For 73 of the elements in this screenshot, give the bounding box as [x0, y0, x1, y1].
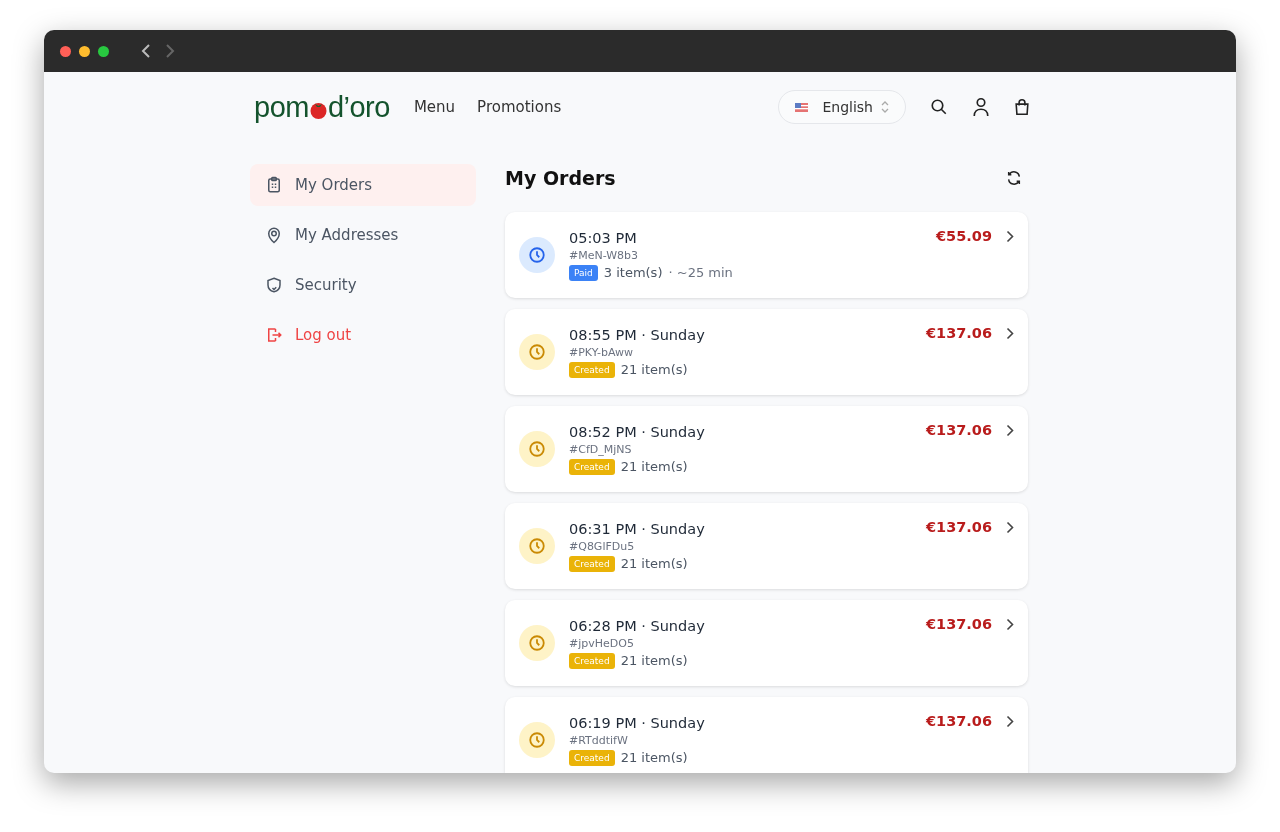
chevron-right-icon	[1006, 229, 1014, 243]
order-id: #MeN-W8b3	[569, 248, 640, 262]
minimize-window-button[interactable]	[79, 45, 90, 57]
order-time: 06:31 PM · Sunday	[569, 520, 706, 537]
sidebar-item[interactable]: My Orders	[250, 164, 476, 206]
chevron-updown-icon	[881, 101, 889, 113]
eta-text: · ~25 min	[668, 265, 733, 280]
status-badge: Created	[569, 361, 615, 378]
order-time: 08:52 PM · Sunday	[569, 423, 706, 440]
order-total: €137.06	[925, 713, 992, 729]
chevron-right-icon	[1006, 326, 1014, 340]
order-card[interactable]: 06:28 PM · Sunday #jpvHeDO5 Created 21 item(s) €137.06	[505, 600, 1028, 686]
sidebar-item[interactable]: Log out	[250, 314, 476, 356]
order-total: €137.06	[925, 616, 992, 632]
order-card[interactable]: 06:31 PM · Sunday #Q8GlFDu5 Created 21 item(s) €137.06	[505, 503, 1028, 589]
status-badge: Created	[569, 458, 615, 475]
chevron-right-icon	[1006, 617, 1014, 631]
search-icon[interactable]	[930, 98, 948, 116]
clipboard-icon	[265, 176, 283, 194]
order-id: #CfD_MjNS	[569, 442, 633, 456]
clock-icon	[519, 528, 555, 564]
order-time: 06:28 PM · Sunday	[569, 617, 706, 634]
chevron-right-icon	[1006, 520, 1014, 534]
nav-link[interactable]: Promotions	[477, 98, 562, 116]
logout-icon	[265, 326, 283, 344]
sidebar-item[interactable]: Security	[250, 264, 476, 306]
chevron-right-icon	[1006, 714, 1014, 728]
item-count: 3 item(s)	[603, 265, 663, 280]
forward-icon[interactable]	[165, 44, 175, 58]
item-count: 21 item(s)	[620, 556, 688, 571]
nav-link[interactable]: Menu	[413, 98, 456, 116]
flag-icon	[795, 102, 809, 112]
shopping-bag-icon[interactable]	[1014, 98, 1030, 116]
item-count: 21 item(s)	[620, 653, 688, 668]
page-title: My Orders	[505, 167, 616, 189]
location-pin-icon	[265, 226, 283, 244]
order-total: €137.06	[925, 422, 992, 438]
order-time: 08:55 PM · Sunday	[569, 326, 706, 343]
language-select[interactable]: English	[778, 90, 906, 124]
status-badge: Paid	[569, 264, 598, 281]
clock-icon	[519, 334, 555, 370]
user-icon[interactable]	[972, 97, 990, 117]
order-card[interactable]: 05:03 PM #MeN-W8b3 Paid 3 item(s) · ~25 min €55.09	[505, 212, 1028, 298]
sidebar-item[interactable]: My Addresses	[250, 214, 476, 256]
clock-icon	[519, 722, 555, 758]
shield-icon	[265, 276, 283, 294]
order-card[interactable]: 08:52 PM · Sunday #CfD_MjNS Created 21 item(s) €137.06	[505, 406, 1028, 492]
chevron-right-icon	[1006, 423, 1014, 437]
order-id: #RTddtifW	[569, 733, 629, 747]
item-count: 21 item(s)	[620, 750, 688, 765]
close-window-button[interactable]	[60, 45, 71, 57]
item-count: 21 item(s)	[620, 362, 688, 377]
clock-icon	[519, 431, 555, 467]
order-id: #Q8GlFDu5	[569, 539, 636, 553]
order-time: 05:03 PM	[569, 229, 638, 246]
status-badge: Created	[569, 652, 615, 669]
order-card[interactable]: 08:55 PM · Sunday #PKY-bAww Created 21 item(s) €137.06	[505, 309, 1028, 395]
clock-icon	[519, 237, 555, 273]
status-badge: Created	[569, 749, 615, 766]
logo[interactable]: pom d’oro	[254, 90, 390, 124]
refresh-icon[interactable]	[1006, 170, 1022, 186]
zoom-window-button[interactable]	[98, 45, 109, 57]
order-time: 06:19 PM · Sunday	[569, 714, 706, 731]
clock-icon	[519, 625, 555, 661]
order-card[interactable]: 06:19 PM · Sunday #RTddtifW Created 21 item(s) €137.06	[505, 697, 1028, 773]
back-icon[interactable]	[141, 44, 151, 58]
item-count: 21 item(s)	[620, 459, 688, 474]
order-total: €137.06	[925, 519, 992, 535]
order-id: #jpvHeDO5	[569, 636, 635, 650]
status-badge: Created	[569, 555, 615, 572]
order-total: €137.06	[925, 325, 992, 341]
order-total: €55.09	[936, 228, 992, 244]
order-id: #PKY-bAww	[569, 345, 635, 359]
